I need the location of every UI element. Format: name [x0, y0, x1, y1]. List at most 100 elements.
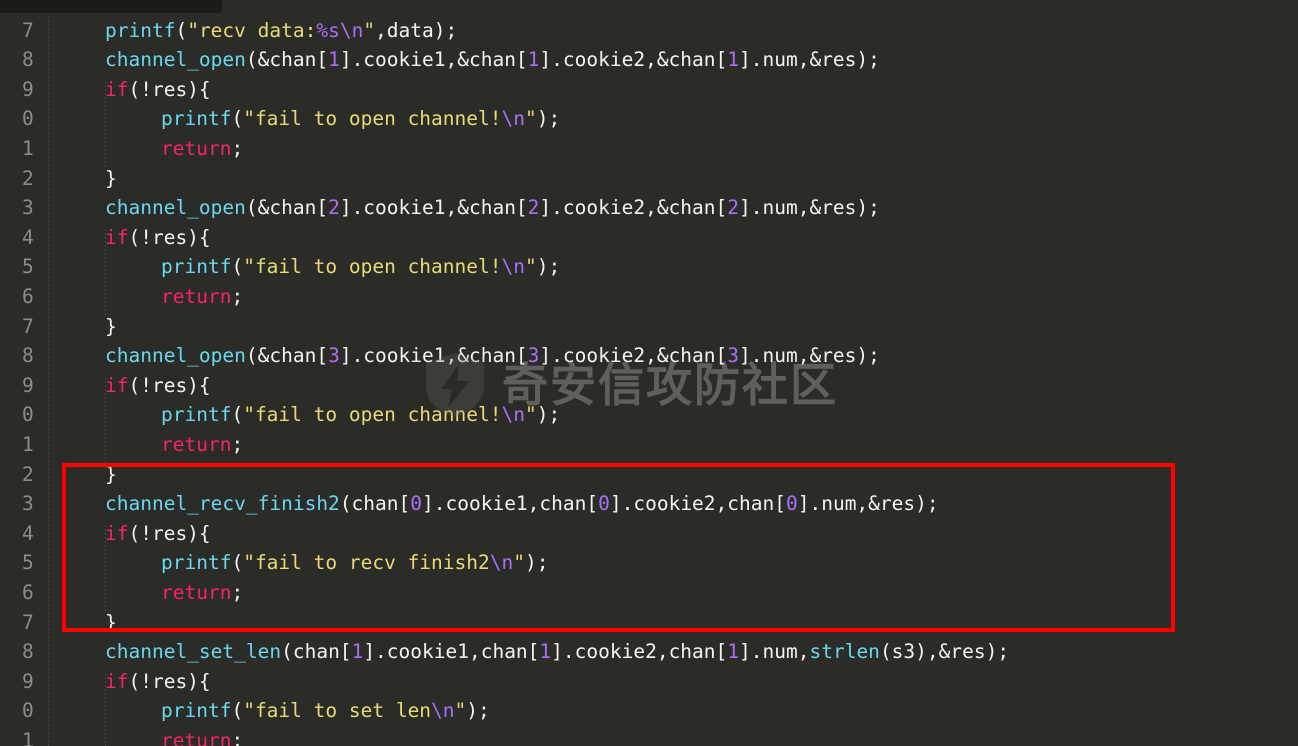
code-token-pn: ;: [231, 136, 244, 160]
code-token-pn: (: [231, 107, 244, 131]
code-token-num: 0: [410, 492, 423, 516]
code-token-str: ": [513, 551, 525, 575]
code-token-str: "fail to set len: [243, 699, 432, 723]
code-token-pn: ].cookie2,&chan[: [539, 344, 728, 368]
active-editor-tab[interactable]: [0, 0, 222, 13]
code-token-pn: ].cookie1,&chan[: [339, 196, 528, 220]
line-number: 7: [22, 610, 34, 634]
code-line[interactable]: return;: [0, 578, 1298, 608]
code-token-num: 1: [539, 640, 552, 664]
tab-strip: [0, 0, 1298, 13]
code-line[interactable]: printf("fail to open channel!\n");: [0, 104, 1298, 134]
indent-guide: [105, 80, 106, 170]
code-line[interactable]: printf("fail to recv finish2\n");: [0, 548, 1298, 578]
code-token-pn: (&chan[: [245, 48, 329, 72]
code-line[interactable]: if(!res){: [0, 667, 1298, 697]
code-line[interactable]: }: [0, 608, 1298, 638]
code-editor-window: printf("recv data:%s\n",data); channel_op…: [0, 0, 1298, 746]
code-line[interactable]: return;: [0, 726, 1298, 746]
line-number-gutter: 7 8 9 0 1 2 3 4 5 6 7 8 9 0 1 2 3 4 5 6 7 8 9 0 1: [0, 0, 48, 746]
code-token-fn: strlen: [809, 640, 880, 664]
code-token-esc: \n: [431, 699, 455, 723]
code-token-pn: ].cookie1,&chan[: [339, 344, 528, 368]
code-token-kw: return: [161, 432, 232, 456]
code-line[interactable]: if(!res){: [0, 223, 1298, 253]
line-number: 9: [22, 77, 34, 101]
code-token-pn: (!res){: [128, 77, 211, 101]
code-line[interactable]: printf("fail to open channel!\n");: [0, 252, 1298, 282]
code-token-str: "fail to open channel!: [243, 255, 502, 279]
code-token-pn: ;: [231, 284, 244, 308]
code-line[interactable]: channel_open(&chan[1].cookie1,&chan[1].c…: [0, 45, 1298, 75]
code-token-str: "fail to open channel!: [243, 403, 502, 427]
code-token-pn: ].num,: [739, 640, 810, 664]
code-line[interactable]: channel_recv_finish2(chan[0].cookie1,cha…: [0, 489, 1298, 519]
code-token-pn: ].cookie1,&chan[: [339, 48, 528, 72]
line-number: 0: [22, 107, 34, 131]
code-line[interactable]: if(!res){: [0, 519, 1298, 549]
code-token-fn: printf: [161, 551, 232, 575]
code-token-pn: );: [536, 107, 561, 131]
code-token-num: 3: [727, 344, 740, 368]
code-token-fn: channel_open: [105, 196, 246, 220]
indent-guide: [105, 228, 106, 318]
code-token-esc: \n: [339, 18, 364, 42]
line-number: 6: [22, 580, 34, 604]
code-line[interactable]: return;: [0, 282, 1298, 312]
code-token-pn: }: [105, 314, 117, 338]
code-token-pn: );: [466, 699, 490, 723]
code-line[interactable]: if(!res){: [0, 75, 1298, 105]
line-number: 9: [22, 669, 34, 693]
code-token-fn: channel_set_len: [105, 640, 282, 664]
code-line[interactable]: channel_open(&chan[2].cookie1,&chan[2].c…: [0, 193, 1298, 223]
code-token-str: "fail to recv finish2: [243, 551, 490, 575]
gutter-divider: [48, 0, 49, 746]
code-token-kw: if: [105, 373, 129, 397]
code-token-pn: }: [105, 610, 117, 634]
code-line[interactable]: printf("fail to set len\n");: [0, 696, 1298, 726]
code-token-pn: );: [524, 551, 549, 575]
code-line[interactable]: channel_open(&chan[3].cookie1,&chan[3].c…: [0, 341, 1298, 371]
vertical-scrollbar[interactable]: [1294, 13, 1298, 746]
code-token-fn: channel_open: [105, 48, 246, 72]
code-token-pn: (chan[: [339, 492, 411, 516]
code-token-str: ": [524, 107, 537, 131]
line-number: 7: [22, 314, 34, 338]
code-token-fn: printf: [105, 18, 176, 42]
code-token-pn: ].cookie2,&chan[: [539, 196, 728, 220]
code-line[interactable]: }: [0, 460, 1298, 490]
line-number: 4: [22, 225, 34, 249]
code-token-pn: (: [231, 255, 244, 279]
line-number: 4: [22, 521, 34, 545]
code-token-pn: (&chan[: [245, 344, 329, 368]
code-token-esc: \n: [501, 107, 525, 131]
code-token-esc: %s: [316, 18, 340, 42]
line-number: 7: [22, 18, 34, 42]
code-token-num: 1: [727, 48, 740, 72]
code-token-str: ": [524, 255, 537, 279]
code-line[interactable]: return;: [0, 430, 1298, 460]
code-line[interactable]: }: [0, 164, 1298, 194]
code-token-num: 1: [328, 48, 340, 72]
code-line[interactable]: channel_set_len(chan[1].cookie1,chan[1].…: [0, 637, 1298, 667]
code-line[interactable]: if(!res){: [0, 371, 1298, 401]
code-token-fn: channel_open: [105, 344, 246, 368]
code-token-pn: (!res){: [128, 669, 211, 693]
code-token-kw: if: [105, 225, 129, 249]
line-number: 3: [22, 492, 34, 516]
code-token-pn: ].num,&res);: [739, 48, 880, 72]
code-token-str: ": [524, 403, 537, 427]
code-token-pn: ].cookie2,&chan[: [539, 48, 728, 72]
code-token-esc: \n: [489, 551, 514, 575]
code-token-num: 1: [351, 640, 364, 664]
code-token-fn: channel_recv_finish2: [105, 492, 340, 516]
code-line[interactable]: printf("recv data:%s\n",data);: [0, 16, 1298, 46]
code-token-pn: ].cookie1,chan[: [363, 640, 540, 664]
code-token-pn: }: [105, 462, 117, 486]
code-line[interactable]: printf("fail to open channel!\n");: [0, 400, 1298, 430]
code-line[interactable]: }: [0, 312, 1298, 342]
line-number: 2: [22, 166, 34, 190]
code-token-pn: (: [231, 403, 244, 427]
code-line[interactable]: return;: [0, 134, 1298, 164]
code-area[interactable]: printf("recv data:%s\n",data); channel_op…: [0, 0, 1298, 746]
